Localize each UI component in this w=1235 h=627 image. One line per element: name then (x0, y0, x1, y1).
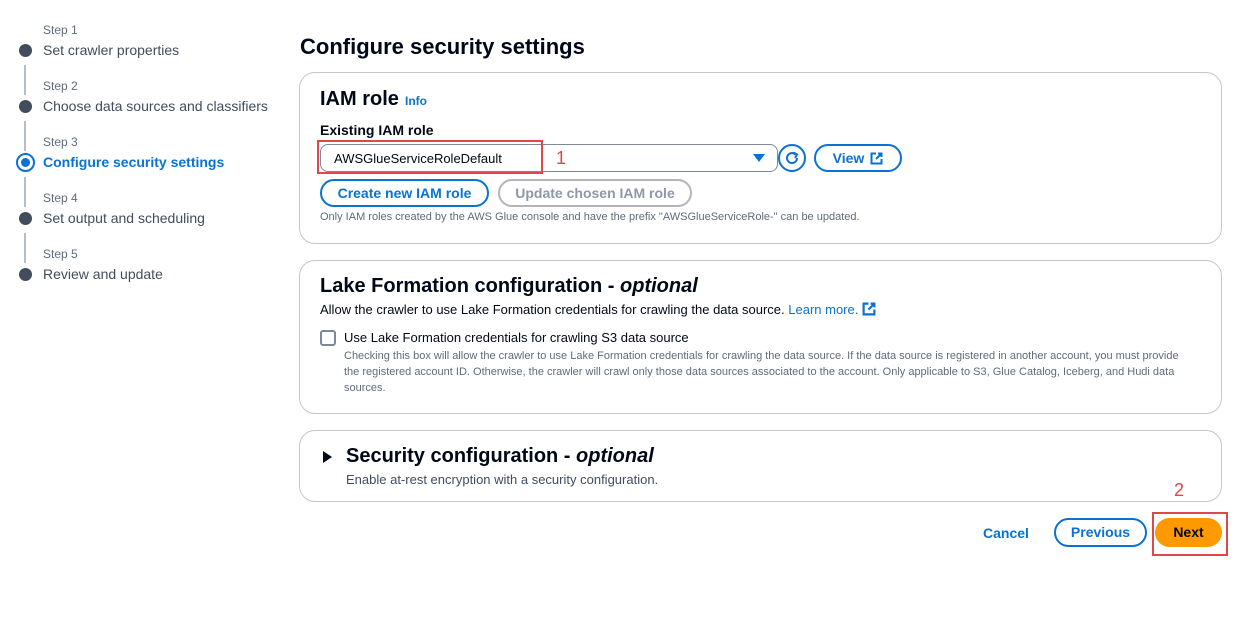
lake-formation-checkbox-label[interactable]: Use Lake Formation credentials for crawl… (344, 330, 689, 345)
step-number: Step 5 (43, 247, 78, 261)
annotation-box-2 (1152, 512, 1228, 556)
security-configuration-heading[interactable]: Security configuration - optional (346, 445, 654, 468)
security-configuration-description: Enable at-rest encryption with a securit… (346, 472, 659, 487)
refresh-icon (786, 151, 799, 165)
step-indicator (19, 268, 32, 281)
info-link[interactable]: Info (405, 94, 427, 108)
caret-down-icon (753, 154, 765, 162)
refresh-button[interactable] (778, 144, 806, 172)
cancel-button[interactable]: Cancel (969, 519, 1043, 547)
external-link-icon (870, 152, 883, 165)
view-button-label: View (832, 150, 865, 166)
learn-more-link[interactable]: Learn more. (788, 302, 858, 317)
step-indicator-active (16, 153, 35, 172)
lake-formation-container: Lake Formation configuration - optional … (299, 260, 1222, 414)
step-indicator (19, 44, 32, 57)
step-title: Configure security settings (43, 154, 225, 170)
update-iam-role-button: Update chosen IAM role (498, 179, 692, 207)
previous-button[interactable]: Previous (1054, 518, 1147, 547)
step-number: Step 4 (43, 191, 78, 205)
security-configuration-heading-text: Security configuration - (346, 445, 577, 467)
step-1[interactable]: Step 1 Set crawler properties (17, 20, 287, 76)
annotation-number-2: 2 (1174, 480, 1185, 500)
step-title[interactable]: Choose data sources and classifiers (43, 98, 268, 114)
step-2[interactable]: Step 2 Choose data sources and classifie… (17, 76, 287, 132)
security-configuration-container[interactable]: Security configuration - optional Enable… (299, 430, 1222, 502)
lake-formation-description-text: Allow the crawler to use Lake Formation … (320, 302, 785, 317)
page-title: Configure security settings (300, 34, 585, 59)
lake-formation-checkbox-description: Checking this box will allow the crawler… (344, 350, 1179, 394)
step-3: Step 3 Configure security settings (16, 132, 287, 188)
step-title[interactable]: Set crawler properties (43, 42, 179, 58)
step-indicator (19, 100, 32, 113)
caret-right-icon[interactable] (323, 451, 332, 463)
iam-role-help-text: Only IAM roles created by the AWS Glue c… (320, 211, 860, 223)
step-number: Step 3 (43, 135, 78, 149)
iam-role-heading: IAM role (320, 88, 399, 110)
create-iam-role-button[interactable]: Create new IAM role (320, 179, 489, 207)
view-role-button[interactable]: View (814, 144, 902, 172)
step-number: Step 2 (43, 79, 78, 93)
step-number: Step 1 (43, 23, 78, 37)
lake-formation-heading: Lake Formation configuration - optional (320, 275, 698, 298)
step-title: Review and update (43, 266, 163, 282)
step-4: Step 4 Set output and scheduling (17, 188, 287, 244)
step-5: Step 5 Review and update (17, 244, 287, 300)
optional-label: optional (576, 445, 654, 467)
annotation-box-1 (317, 140, 543, 174)
lake-formation-heading-text: Lake Formation configuration - (320, 275, 621, 297)
step-indicator (19, 212, 32, 225)
existing-iam-role-label: Existing IAM role (320, 122, 434, 138)
annotation-number-1: 1 (556, 148, 567, 168)
step-title: Set output and scheduling (43, 210, 205, 226)
external-link-icon[interactable] (862, 302, 876, 316)
lake-formation-description: Allow the crawler to use Lake Formation … (320, 302, 876, 317)
optional-label: optional (620, 275, 698, 297)
lake-formation-checkbox[interactable] (320, 330, 336, 346)
